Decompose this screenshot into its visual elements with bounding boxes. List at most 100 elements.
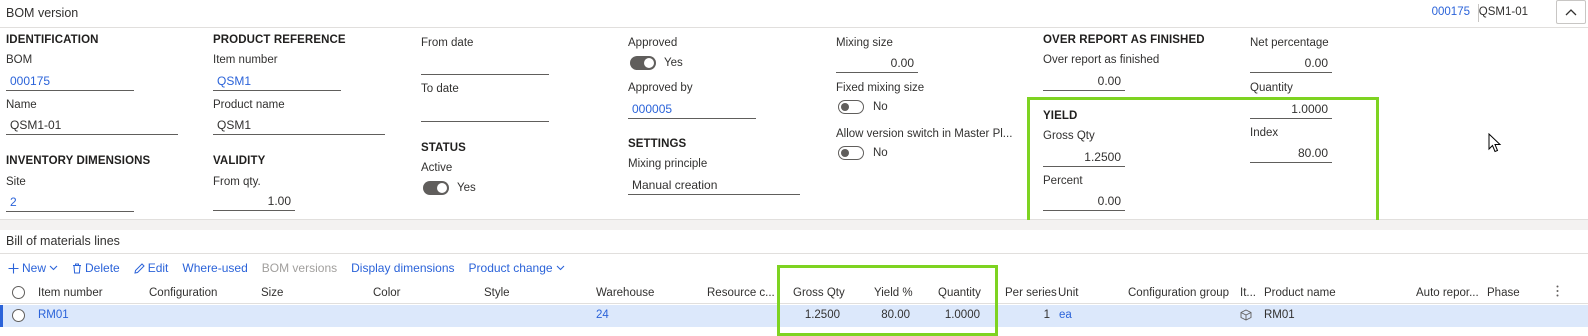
col-size[interactable]: Size (261, 287, 283, 299)
display-dimensions-button[interactable]: Display dimensions (351, 260, 454, 276)
lines-yield-highlight-box (777, 265, 998, 336)
active-label: Active (421, 162, 453, 174)
select-all-radio[interactable] (12, 286, 25, 299)
row-select-radio[interactable] (12, 309, 25, 322)
approved-by-field[interactable]: 000005 (628, 101, 756, 119)
settings-heading: SETTINGS (628, 138, 687, 150)
allow-switch-toggle-group[interactable]: No (838, 146, 888, 160)
col-color[interactable]: Color (373, 287, 400, 299)
validity-heading: VALIDITY (213, 155, 266, 167)
active-value: Yes (457, 182, 476, 194)
collapse-button[interactable] (1556, 0, 1586, 24)
yield-highlight-box (1027, 97, 1379, 223)
record-name: QSM1-01 (1478, 6, 1528, 18)
col-item-number[interactable]: Item number (38, 287, 103, 299)
fixed-mixing-label: Fixed mixing size (836, 82, 925, 94)
mixing-size-field[interactable]: 0.00 (836, 55, 918, 73)
approved-toggle[interactable] (630, 56, 656, 70)
to-date-field[interactable] (421, 104, 549, 122)
status-heading: STATUS (421, 142, 466, 154)
over-report-heading: OVER REPORT AS FINISHED (1043, 34, 1205, 46)
approved-toggle-group[interactable]: Yes (630, 56, 683, 70)
lines-title: Bill of materials lines (6, 234, 120, 248)
inventory-dimensions-heading: INVENTORY DIMENSIONS (6, 155, 151, 167)
item-number-field[interactable]: QSM1 (213, 73, 341, 91)
name-field[interactable]: QSM1-01 (6, 117, 178, 135)
col-item-type[interactable]: It... (1240, 287, 1256, 299)
new-label: New (22, 261, 47, 275)
mixing-size-label: Mixing size (836, 37, 893, 49)
mixing-principle-select[interactable]: Manual creation (628, 177, 800, 195)
from-qty-field[interactable]: 1.00 (213, 193, 295, 211)
col-configuration[interactable]: Configuration (149, 287, 217, 299)
cell-product-name[interactable]: RM01 (1264, 309, 1295, 321)
site-label: Site (6, 176, 26, 188)
section-spacer (0, 220, 1588, 230)
delete-label: Delete (85, 261, 120, 275)
bom-label: BOM (6, 54, 33, 66)
from-date-label: From date (421, 37, 474, 49)
from-date-field[interactable] (421, 57, 549, 75)
allow-switch-value: No (873, 147, 888, 159)
chevron-down-icon (49, 265, 58, 271)
chevron-down-icon (556, 265, 564, 271)
active-toggle-group[interactable]: Yes (423, 181, 476, 195)
product-name-label: Product name (213, 99, 285, 111)
product-name-field[interactable]: QSM1 (213, 117, 385, 135)
plus-icon (8, 263, 19, 273)
fixed-mixing-toggle[interactable] (838, 100, 864, 114)
trash-icon (73, 263, 82, 273)
cell-warehouse[interactable]: 24 (596, 309, 609, 321)
delete-button[interactable]: Delete (72, 260, 120, 276)
col-product-name[interactable]: Product name (1264, 287, 1336, 299)
col-auto-report[interactable]: Auto repor... (1416, 287, 1479, 299)
title-bar: BOM version 000175 QSM1-01 (0, 0, 1588, 28)
name-label: Name (6, 99, 37, 111)
over-report-label: Over report as finished (1043, 54, 1160, 66)
pencil-icon (134, 262, 145, 274)
product-change-button[interactable]: Product change (469, 260, 565, 276)
approved-label: Approved (628, 37, 678, 49)
active-toggle[interactable] (423, 181, 449, 195)
mixing-principle-label: Mixing principle (628, 158, 708, 170)
to-date-label: To date (421, 83, 459, 95)
chevron-up-icon (1565, 9, 1577, 16)
fixed-mixing-value: No (873, 101, 888, 113)
bom-field[interactable]: 000175 (6, 73, 134, 91)
col-unit[interactable]: Unit (1058, 287, 1078, 299)
net-percentage-label: Net percentage (1250, 37, 1329, 49)
allow-switch-label: Allow version switch in Master Pl... (836, 128, 1013, 140)
cell-item-number[interactable]: RM01 (38, 309, 69, 321)
product-reference-heading: PRODUCT REFERENCE (213, 34, 346, 46)
lines-divider (0, 253, 1588, 254)
fixed-mixing-toggle-group[interactable]: No (838, 100, 888, 114)
col-style[interactable]: Style (484, 287, 510, 299)
mouse-cursor-icon (1488, 133, 1502, 153)
net-percentage-field[interactable]: 0.00 (1250, 55, 1332, 73)
column-options-icon[interactable] (1556, 285, 1559, 300)
site-field[interactable]: 2 (6, 194, 134, 212)
lines-toolbar: New Delete Edit Where-used BOM versions … (8, 260, 579, 276)
from-qty-label: From qty. (213, 176, 261, 188)
col-config-group[interactable]: Configuration group (1128, 287, 1229, 299)
identification-heading: IDENTIFICATION (6, 34, 99, 46)
page-title: BOM version (6, 6, 79, 20)
cell-unit[interactable]: ea (1059, 309, 1072, 321)
cell-per-series[interactable]: 1 (1013, 309, 1050, 321)
approved-by-label: Approved by (628, 82, 693, 94)
allow-switch-toggle[interactable] (838, 146, 864, 160)
edit-label: Edit (147, 261, 169, 275)
cube-icon (1240, 309, 1252, 324)
col-resource[interactable]: Resource c... (707, 287, 775, 299)
record-id-link[interactable]: 000175 (1432, 6, 1470, 18)
bom-versions-button[interactable]: BOM versions (262, 260, 337, 276)
over-report-field[interactable]: 0.00 (1043, 73, 1125, 91)
quantity-label: Quantity (1250, 82, 1293, 94)
new-button[interactable]: New (8, 260, 58, 276)
col-warehouse[interactable]: Warehouse (596, 287, 654, 299)
approved-value: Yes (664, 57, 683, 69)
edit-button[interactable]: Edit (134, 260, 169, 276)
col-per-series[interactable]: Per series (1005, 287, 1057, 299)
col-phase[interactable]: Phase (1487, 287, 1520, 299)
where-used-button[interactable]: Where-used (182, 260, 247, 276)
